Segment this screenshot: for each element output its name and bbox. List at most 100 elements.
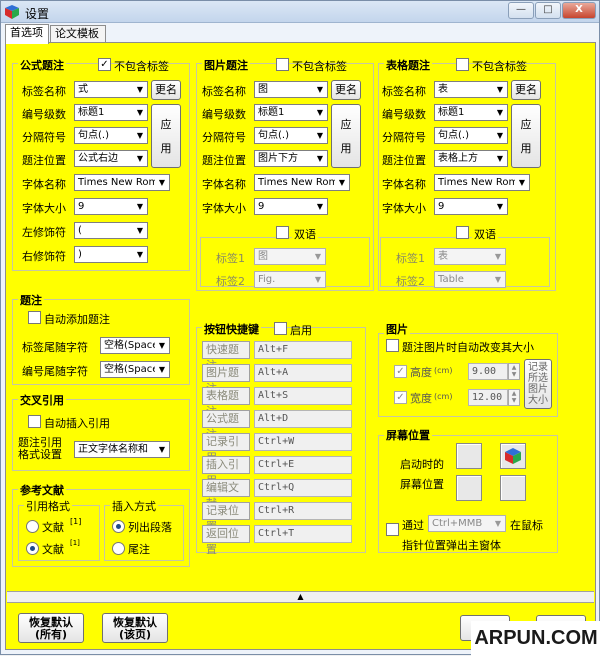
hotkey-item-key-input[interactable]: Ctrl+W (254, 433, 352, 451)
hotkey-item-button[interactable]: 返回位置 (202, 525, 250, 556)
position-cell-bottom-left[interactable] (456, 475, 482, 501)
hotkey-enable-checkbox[interactable] (274, 322, 287, 335)
minimize-button[interactable]: — (508, 2, 534, 19)
auto-insert-reference-text: 自动插入引用 (44, 417, 110, 430)
height-input[interactable]: 9.00 (468, 363, 508, 380)
auto-add-caption-checkbox[interactable] (28, 311, 41, 324)
figure-rename-button[interactable]: 更名 (331, 80, 361, 100)
tag-suffix-combo[interactable]: 空格(Space ▼ (100, 337, 170, 354)
hotkey-item-key-input[interactable]: Alt+S (254, 387, 352, 405)
panel-splitter[interactable]: ▲ (7, 591, 594, 603)
caption-group-title: 题注 (18, 292, 44, 308)
hotkey-item-button[interactable]: 记录位置 (202, 502, 250, 533)
width-checkbox[interactable]: ✓ (394, 391, 407, 404)
hotkey-item-button[interactable]: 图片题注 (202, 364, 250, 395)
formula-position-combo[interactable]: 公式右边 ▼ (74, 150, 148, 167)
width-spinner[interactable]: ▲ ▼ (508, 389, 520, 406)
table-label-name-combo[interactable]: 表 ▼ (434, 81, 508, 98)
figure-no-label-checkbox[interactable] (276, 58, 289, 71)
maximize-button[interactable]: □ (535, 2, 561, 19)
table-level-combo[interactable]: 标题1 ▼ (434, 104, 508, 121)
figure-bilingual-checkbox[interactable] (276, 226, 289, 239)
position-cell-top-right[interactable] (500, 443, 526, 469)
table-position-combo[interactable]: 表格上方 ▼ (434, 150, 508, 167)
figure-font-size-combo[interactable]: 9 ▼ (254, 198, 328, 215)
table-tag1-combo[interactable]: 表 ▼ (434, 248, 506, 265)
table-apply-button[interactable]: 应 用 (511, 104, 541, 168)
position-cell-bottom-right[interactable] (500, 475, 526, 501)
figure-apply-button[interactable]: 应 用 (331, 104, 361, 168)
table-tag2-combo[interactable]: Table ▼ (434, 271, 506, 288)
reference-format-combo[interactable]: 正文字体名称和 ▼ (74, 441, 170, 458)
chevron-down-icon: ▼ (133, 128, 147, 143)
popup-at-mouse-checkbox[interactable] (386, 523, 399, 536)
table-rename-button[interactable]: 更名 (511, 80, 541, 100)
chevron-down-icon: ▼ (155, 338, 169, 353)
position-cell-top-left[interactable] (456, 443, 482, 469)
formula-rename-button[interactable]: 更名 (151, 80, 181, 100)
table-separator-combo[interactable]: 句点(.) ▼ (434, 127, 508, 144)
reset-all-button[interactable]: 恢复默认 (所有) (18, 613, 84, 643)
table-label-name-label: 标签名称 (382, 85, 426, 98)
cite-format-option-1-radio[interactable] (26, 520, 39, 533)
tab-thesis-template[interactable]: 论文模板 (50, 25, 106, 43)
table-bilingual-checkbox[interactable] (456, 226, 469, 239)
hotkey-item-key-input[interactable]: Ctrl+T (254, 525, 352, 543)
formula-right-mark-combo[interactable]: ) ▼ (74, 246, 148, 263)
figure-tag2-combo[interactable]: Fig. ▼ (254, 271, 326, 288)
hotkey-item-button[interactable]: 编辑文献 (202, 479, 250, 510)
table-no-label-checkbox[interactable] (456, 58, 469, 71)
hotkey-item-button[interactable]: 插入引用 (202, 456, 250, 487)
hotkey-item-button[interactable]: 记录引用 (202, 433, 250, 464)
formula-font-size-combo[interactable]: 9 ▼ (74, 198, 148, 215)
formula-apply-button[interactable]: 应 用 (151, 104, 181, 168)
figure-bilingual-text: 双语 (292, 226, 318, 242)
formula-no-label-text: 不包含标签 (114, 60, 169, 73)
formula-separator-combo[interactable]: 句点(.) ▼ (74, 127, 148, 144)
picture-group-title: 图片 (384, 321, 410, 337)
formula-label-name-combo[interactable]: 式 ▼ (74, 81, 148, 98)
insert-mode-list-radio[interactable] (112, 520, 125, 533)
height-spinner[interactable]: ▲ ▼ (508, 363, 520, 380)
figure-label-name-combo[interactable]: 图 ▼ (254, 81, 328, 98)
formula-left-mark-label: 左修饰符 (22, 226, 66, 239)
tab-preferences[interactable]: 首选项 (5, 24, 49, 44)
table-font-name-combo[interactable]: Times New Roma ▼ (434, 174, 530, 191)
hotkey-item-button[interactable]: 公式题注 (202, 410, 250, 441)
formula-font-name-combo[interactable]: Times New Roma ▼ (74, 174, 170, 191)
width-unit: (cm) (434, 392, 453, 401)
hotkey-item-button[interactable]: 表格题注 (202, 387, 250, 418)
window-title: 设置 (25, 7, 50, 21)
insert-mode-endnote-radio[interactable] (112, 542, 125, 555)
chevron-down-icon: ▼ (515, 175, 529, 190)
figure-separator-combo[interactable]: 句点(.) ▼ (254, 127, 328, 144)
table-bilingual-text: 双语 (472, 226, 498, 242)
formula-no-label-checkbox[interactable]: ✓ (98, 58, 111, 71)
table-font-size-combo[interactable]: 9 ▼ (434, 198, 508, 215)
hotkey-item-key-input[interactable]: Alt+F (254, 341, 352, 359)
width-input[interactable]: 12.00 (468, 389, 508, 406)
reset-page-button[interactable]: 恢复默认 (该页) (102, 613, 168, 643)
figure-position-combo[interactable]: 图片下方 ▼ (254, 150, 328, 167)
figure-level-combo[interactable]: 标题1 ▼ (254, 104, 328, 121)
height-checkbox[interactable]: ✓ (394, 365, 407, 378)
formula-level-combo[interactable]: 标题1 ▼ (74, 104, 148, 121)
table-no-label-text: 不包含标签 (472, 60, 527, 73)
auto-resize-picture-checkbox[interactable] (386, 339, 399, 352)
hotkey-item-key-input[interactable]: Alt+A (254, 364, 352, 382)
hotkey-item-button[interactable]: 快速题注 (202, 341, 250, 372)
formula-left-mark-combo[interactable]: (▼ (74, 222, 148, 239)
figure-font-name-combo[interactable]: Times New Roma ▼ (254, 174, 350, 191)
popup-key-combo[interactable]: Ctrl+MMB ▼ (428, 515, 506, 532)
close-button[interactable]: X (562, 2, 596, 19)
hotkey-item-key-input[interactable]: Ctrl+E (254, 456, 352, 474)
chevron-down-icon: ▼ (313, 128, 327, 143)
hotkey-item-key-input[interactable]: Ctrl+R (254, 502, 352, 520)
hotkey-item-key-input[interactable]: Ctrl+Q (254, 479, 352, 497)
auto-insert-reference-checkbox[interactable] (28, 415, 41, 428)
num-suffix-combo[interactable]: 空格(Space ▼ (100, 361, 170, 378)
hotkey-item-key-input[interactable]: Alt+D (254, 410, 352, 428)
cite-format-option-2-radio[interactable] (26, 542, 39, 555)
record-picture-size-button[interactable]: 记录 所选 图片 大小 (524, 359, 552, 409)
figure-tag1-combo[interactable]: 图 ▼ (254, 248, 326, 265)
